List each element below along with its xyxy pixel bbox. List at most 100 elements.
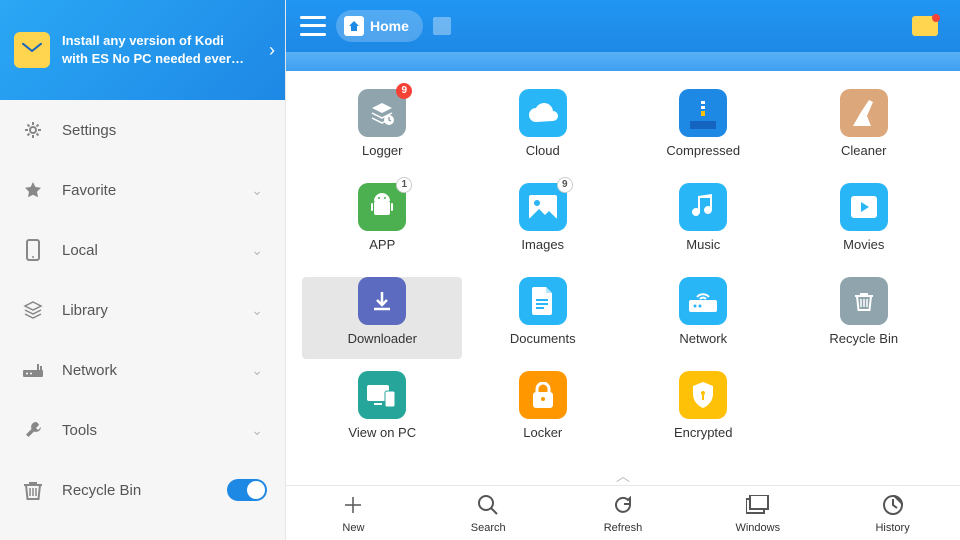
trash-icon bbox=[22, 479, 44, 501]
sidebar-item-favorite[interactable]: Favorite ⌄ bbox=[0, 160, 285, 220]
tile-label: Cloud bbox=[526, 143, 560, 158]
main-area: Home 9 Logger Cloud Compressed Cleaner 1 APP 9 I… bbox=[286, 0, 960, 540]
sidebar-menu: SettingsFavorite⌄Local⌄Library⌄Network⌄T… bbox=[0, 100, 285, 540]
sidebar-item-label: Library bbox=[62, 302, 108, 319]
refresh-icon bbox=[610, 492, 636, 518]
tile-label: Network bbox=[679, 331, 727, 346]
toolbar-search[interactable]: Search bbox=[421, 486, 556, 540]
chevron-right-icon: › bbox=[269, 40, 275, 61]
tab-placeholder[interactable] bbox=[433, 17, 451, 35]
wifi-icon bbox=[679, 277, 727, 325]
broom-icon bbox=[840, 89, 888, 137]
tile-label: Documents bbox=[510, 331, 576, 346]
devices-icon bbox=[358, 371, 406, 419]
history-icon bbox=[880, 492, 906, 518]
promo-text: Install any version of Kodi with ES No P… bbox=[62, 32, 244, 67]
image-icon: 9 bbox=[519, 183, 567, 231]
tile-cloud[interactable]: Cloud bbox=[463, 89, 623, 171]
sidebar-item-network[interactable]: Network ⌄ bbox=[0, 340, 285, 400]
tile-locker[interactable]: Locker bbox=[463, 371, 623, 453]
toolbar-label: Windows bbox=[735, 522, 780, 534]
notifications-icon[interactable] bbox=[912, 16, 938, 36]
sidebar-item-local[interactable]: Local⌄ bbox=[0, 220, 285, 280]
doc-icon bbox=[519, 277, 567, 325]
chevron-down-icon: ⌄ bbox=[251, 362, 263, 379]
lock-icon bbox=[519, 371, 567, 419]
tile-app[interactable]: 1 APP bbox=[302, 183, 462, 265]
tile-movies[interactable]: Movies bbox=[784, 183, 944, 265]
tile-label: Compressed bbox=[666, 143, 740, 158]
tile-logger[interactable]: 9 Logger bbox=[302, 89, 462, 171]
sidebar-item-label: Tools bbox=[62, 422, 97, 439]
chevron-down-icon: ⌄ bbox=[251, 302, 263, 319]
music-icon bbox=[679, 183, 727, 231]
tile-label: Music bbox=[686, 237, 720, 252]
toolbar-label: History bbox=[875, 522, 909, 534]
android-icon: 1 bbox=[358, 183, 406, 231]
tile-label: Movies bbox=[843, 237, 884, 252]
tile-documents[interactable]: Documents bbox=[463, 277, 623, 359]
chevron-down-icon: ⌄ bbox=[251, 182, 263, 199]
bottom-toolbar: New Search Refresh Windows History bbox=[286, 485, 960, 540]
tile-label: Logger bbox=[362, 143, 402, 158]
cloud-icon bbox=[519, 89, 567, 137]
toolbar-windows[interactable]: Windows bbox=[690, 486, 825, 540]
shield-icon bbox=[679, 371, 727, 419]
sidebar-item-label: Recycle Bin bbox=[62, 482, 141, 499]
toolbar-new[interactable]: New bbox=[286, 486, 421, 540]
promo-banner[interactable]: Install any version of Kodi with ES No P… bbox=[0, 0, 285, 100]
home-tab[interactable]: Home bbox=[336, 10, 423, 42]
stack-icon bbox=[22, 299, 44, 321]
tile-downloader[interactable]: Downloader bbox=[302, 277, 462, 359]
tile-encrypted[interactable]: Encrypted bbox=[623, 371, 783, 453]
plus-icon bbox=[340, 492, 366, 518]
tile-compressed[interactable]: Compressed bbox=[623, 89, 783, 171]
badge: 9 bbox=[557, 177, 573, 193]
wrench-icon bbox=[22, 419, 44, 441]
toolbar-history[interactable]: History bbox=[825, 486, 960, 540]
toolbar-refresh[interactable]: Refresh bbox=[556, 486, 691, 540]
sub-header bbox=[286, 52, 960, 71]
tile-label: View on PC bbox=[348, 425, 416, 440]
sidebar-item-label: Network bbox=[62, 362, 117, 379]
tile-images[interactable]: 9 Images bbox=[463, 183, 623, 265]
gear-icon bbox=[22, 119, 44, 141]
toolbar-label: Search bbox=[471, 522, 506, 534]
sidebar-item-label: Favorite bbox=[62, 182, 116, 199]
zip-icon bbox=[679, 89, 727, 137]
chevron-down-icon: ⌄ bbox=[251, 422, 263, 439]
trash-icon bbox=[840, 277, 888, 325]
download-icon bbox=[358, 277, 406, 325]
tile-recycle-bin[interactable]: Recycle Bin bbox=[784, 277, 944, 359]
toolbar-label: Refresh bbox=[604, 522, 643, 534]
tile-view-on-pc[interactable]: View on PC bbox=[302, 371, 462, 453]
tile-label: APP bbox=[369, 237, 395, 252]
sidebar-item-label: Local bbox=[62, 242, 98, 259]
tile-network[interactable]: Network bbox=[623, 277, 783, 359]
tile-label: Cleaner bbox=[841, 143, 887, 158]
tile-music[interactable]: Music bbox=[623, 183, 783, 265]
phone-icon bbox=[22, 239, 44, 261]
sidebar-item-library[interactable]: Library ⌄ bbox=[0, 280, 285, 340]
tile-label: Encrypted bbox=[674, 425, 733, 440]
search-icon bbox=[475, 492, 501, 518]
star-icon bbox=[22, 179, 44, 201]
tiles-grid: 9 Logger Cloud Compressed Cleaner 1 APP 9 Images… bbox=[286, 71, 960, 467]
sidebar-item-tools[interactable]: Tools ⌄ bbox=[0, 400, 285, 460]
topbar: Home bbox=[286, 0, 960, 52]
tile-cleaner[interactable]: Cleaner bbox=[784, 89, 944, 171]
menu-icon[interactable] bbox=[300, 16, 326, 36]
home-label: Home bbox=[370, 18, 409, 34]
sidebar: Install any version of Kodi with ES No P… bbox=[0, 0, 286, 540]
stack-clock-icon: 9 bbox=[358, 89, 406, 137]
sidebar-item-label: Settings bbox=[62, 122, 116, 139]
collapse-icon[interactable]: ︿ bbox=[286, 467, 960, 485]
tile-label: Images bbox=[521, 237, 564, 252]
toggle-switch[interactable] bbox=[227, 479, 267, 501]
windows-icon bbox=[745, 492, 771, 518]
sidebar-item-recycle-bin[interactable]: Recycle Bin bbox=[0, 460, 285, 520]
badge: 1 bbox=[396, 177, 412, 193]
play-icon bbox=[840, 183, 888, 231]
tile-label: Locker bbox=[523, 425, 562, 440]
sidebar-item-settings[interactable]: Settings bbox=[0, 100, 285, 160]
